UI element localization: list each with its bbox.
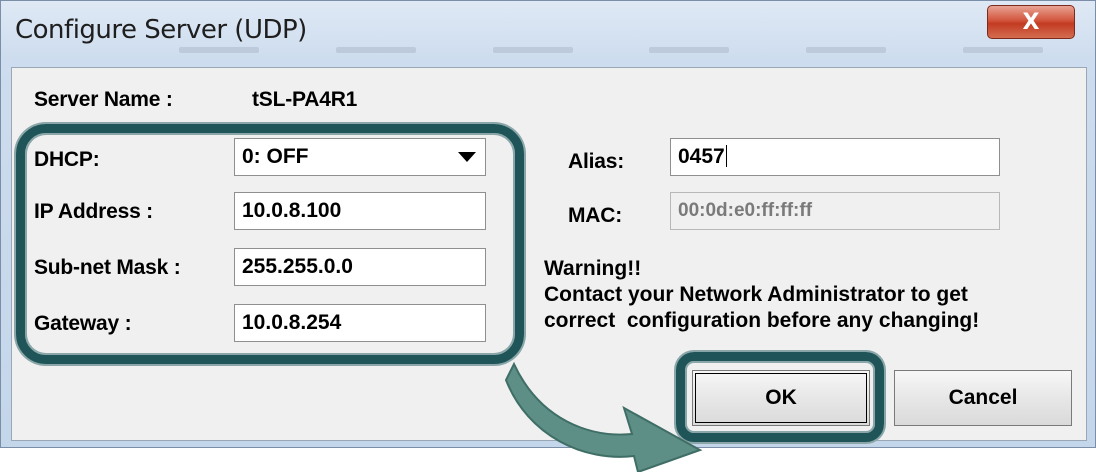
warning-line-2: correct configuration before any changin… xyxy=(544,309,980,332)
ghost-header-item xyxy=(649,47,730,53)
close-button[interactable]: X xyxy=(987,5,1075,39)
alias-value: 0457 xyxy=(678,145,725,168)
ghost-header-item xyxy=(962,47,1043,53)
dialog-title: Configure Server (UDP) xyxy=(15,15,307,45)
mac-field: 00:0d:e0:ff:ff:ff xyxy=(670,192,1000,230)
ghost-header-item xyxy=(335,47,416,53)
ghost-header-item xyxy=(492,47,573,53)
server-name-label: Server Name : xyxy=(34,88,173,111)
warning-heading: Warning!! xyxy=(544,257,642,280)
network-settings-highlight xyxy=(16,124,524,364)
warning-line-1: Contact your Network Administrator to ge… xyxy=(544,283,968,306)
close-icon: X xyxy=(1022,9,1040,35)
curved-arrow-shape xyxy=(504,361,703,472)
background-column-headers xyxy=(141,47,1081,59)
mac-label: MAC: xyxy=(568,204,623,227)
ghost-header-item xyxy=(179,47,260,53)
ghost-header-item xyxy=(805,47,886,53)
alias-input[interactable]: 0457 xyxy=(670,138,1000,176)
curved-arrow-icon xyxy=(504,361,703,472)
server-name-value: tSL-PA4R1 xyxy=(252,88,358,111)
warning-message: Warning!! Contact your Network Administr… xyxy=(544,256,1074,334)
cancel-button[interactable]: Cancel xyxy=(894,370,1072,426)
alias-label: Alias: xyxy=(568,150,624,173)
title-bar: Configure Server (UDP) X xyxy=(1,1,1095,65)
text-cursor xyxy=(725,145,727,167)
